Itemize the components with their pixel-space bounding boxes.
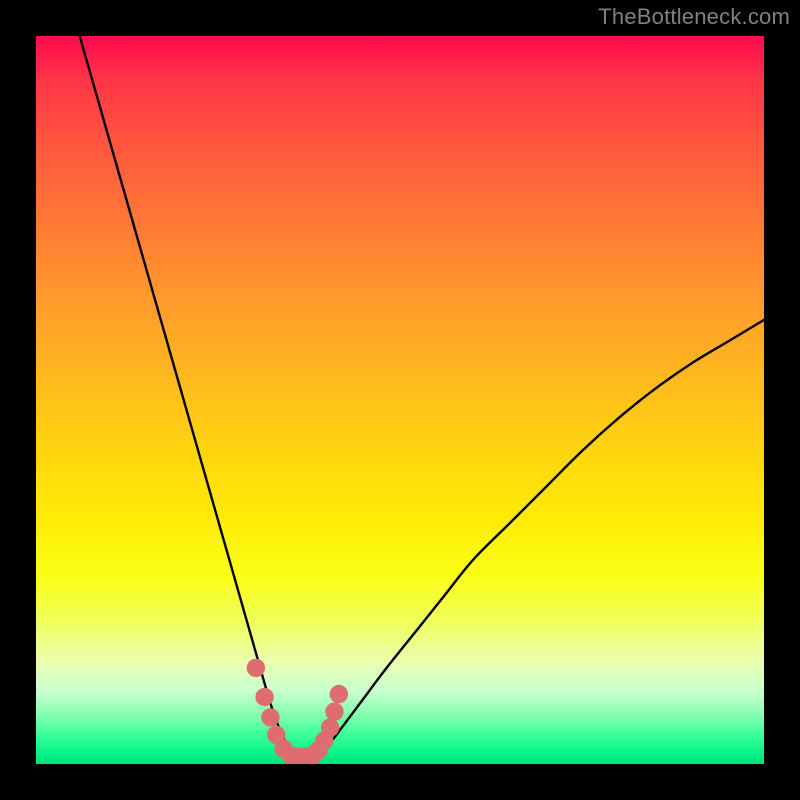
highlight-marker	[325, 702, 343, 720]
chart-frame: TheBottleneck.com	[0, 0, 800, 800]
highlight-markers	[247, 659, 348, 764]
curve-svg	[36, 36, 764, 764]
highlight-marker	[321, 718, 339, 736]
bottleneck-curve	[80, 36, 764, 757]
highlight-marker	[261, 708, 279, 726]
highlight-marker	[247, 659, 265, 677]
plot-area	[36, 36, 764, 764]
highlight-marker	[330, 685, 348, 703]
highlight-marker	[255, 688, 273, 706]
watermark-text: TheBottleneck.com	[598, 4, 790, 30]
